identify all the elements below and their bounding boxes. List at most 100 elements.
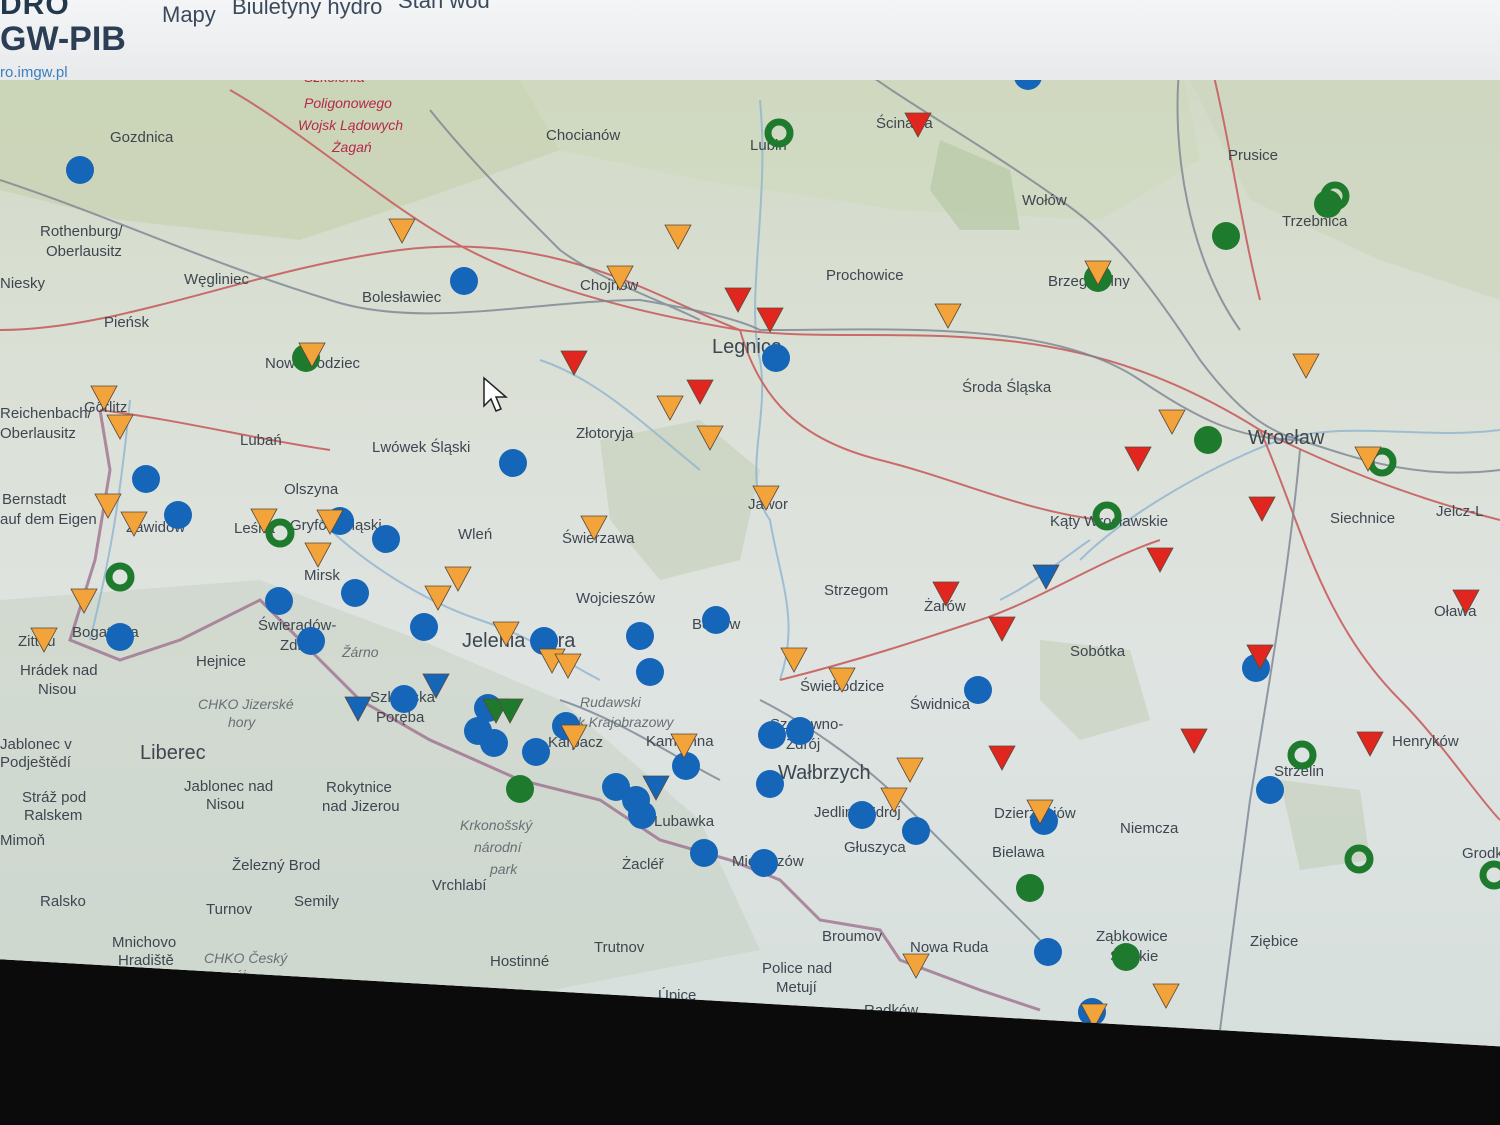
station-blue-circle-icon[interactable] [762, 344, 790, 372]
taskbar-item-m[interactable]: M. [8, 976, 34, 998]
warning-orange-triangle-icon[interactable] [896, 757, 924, 783]
alarm-red-triangle-icon[interactable] [1146, 547, 1174, 573]
station-green-ring-icon[interactable] [1287, 740, 1317, 770]
place-label: Żagań [331, 139, 372, 155]
place-label: Strzegom [824, 582, 888, 599]
place-label: Niemcza [1120, 820, 1179, 837]
station-blue-circle-icon[interactable] [786, 717, 814, 745]
station-blue-circle-icon[interactable] [964, 676, 992, 704]
station-blue-circle-icon[interactable] [106, 623, 134, 651]
station-blue-circle-icon[interactable] [690, 839, 718, 867]
station-blue-circle-icon[interactable] [341, 579, 369, 607]
station-blue-circle-icon[interactable] [848, 801, 876, 829]
music-icon[interactable]: ♫ [84, 976, 106, 998]
site-url[interactable]: ro.imgw.pl [0, 64, 68, 81]
station-green-ring-icon[interactable] [265, 518, 295, 548]
station-green-circle-icon[interactable] [1016, 874, 1044, 902]
place-label: Mirsk [304, 567, 340, 584]
place-label: Oberlausitz [46, 243, 122, 260]
alarm-red-triangle-icon[interactable] [988, 616, 1016, 642]
split-icon[interactable]: ⫶ [44, 976, 66, 998]
station-blue-circle-icon[interactable] [480, 729, 508, 757]
media-player-icon[interactable]: ◉ [140, 976, 162, 998]
alarm-red-triangle-icon[interactable] [1180, 728, 1208, 754]
station-blue-circle-icon[interactable] [390, 685, 418, 713]
place-label: Bernstadt [2, 491, 67, 508]
station-blue-circle-icon[interactable] [750, 849, 778, 877]
station-green-circle-icon[interactable] [1212, 222, 1240, 250]
alarm-red-triangle-icon[interactable] [988, 745, 1016, 771]
station-blue-circle-icon[interactable] [297, 627, 325, 655]
place-label: Lubawka [654, 813, 715, 830]
place-label: Nisou [206, 796, 244, 813]
station-blue-circle-icon[interactable] [758, 721, 786, 749]
warning-orange-triangle-icon[interactable] [304, 542, 332, 568]
warning-orange-triangle-icon[interactable] [656, 395, 684, 421]
station-green-ring-icon[interactable] [1479, 860, 1500, 890]
station-blue-circle-icon[interactable] [672, 752, 700, 780]
station-blue-circle-icon[interactable] [450, 267, 478, 295]
nav-item-mapy[interactable]: Mapy [162, 2, 216, 28]
place-label: Hrádek nad [20, 662, 98, 679]
station-blue-circle-icon[interactable] [628, 801, 656, 829]
station-blue-circle-icon[interactable] [410, 613, 438, 641]
station-blue-circle-icon[interactable] [164, 501, 192, 529]
place-label: Hostinné [490, 953, 549, 970]
station-blue-circle-icon[interactable] [522, 738, 550, 766]
warning-orange-triangle-icon[interactable] [106, 414, 134, 440]
station-blue-circle-icon[interactable] [372, 525, 400, 553]
place-label: Podještědí [0, 754, 72, 771]
place-label: Krkonošský [460, 817, 533, 833]
station-green-ring-icon[interactable] [105, 562, 135, 592]
place-label: Chojnów [580, 277, 639, 294]
warning-orange-triangle-icon[interactable] [1152, 983, 1180, 1009]
warning-orange-triangle-icon[interactable] [1158, 409, 1186, 435]
alarm-red-triangle-icon[interactable] [560, 350, 588, 376]
station-blue-circle-icon[interactable] [1256, 776, 1284, 804]
alarm-red-triangle-icon[interactable] [724, 287, 752, 313]
place-label: Jelcz-L [1436, 503, 1484, 520]
station-blue-triangle-icon[interactable] [1032, 564, 1060, 590]
firefox-icon[interactable]: ● [170, 976, 192, 998]
station-blue-circle-icon[interactable] [756, 770, 784, 798]
alarm-red-triangle-icon[interactable] [1124, 446, 1152, 472]
station-blue-circle-icon[interactable] [132, 465, 160, 493]
station-green-circle-icon[interactable] [506, 775, 534, 803]
alarm-red-triangle-icon[interactable] [1356, 731, 1384, 757]
place-label: Henryków [1392, 733, 1459, 750]
warning-orange-triangle-icon[interactable] [902, 953, 930, 979]
nav-item-biuletyny[interactable]: Biuletyny hydro [232, 0, 382, 20]
warning-orange-triangle-icon[interactable] [388, 218, 416, 244]
photos-icon[interactable]: ▣ [112, 976, 134, 998]
place-label: Ralsko [40, 893, 86, 910]
place-label: Świdnica [910, 695, 971, 713]
site-logo[interactable]: GW-PIB [0, 20, 126, 59]
station-blue-circle-icon[interactable] [265, 587, 293, 615]
warning-orange-triangle-icon[interactable] [664, 224, 692, 250]
place-label: Olszyna [284, 481, 339, 498]
warning-orange-triangle-icon[interactable] [934, 303, 962, 329]
station-blue-circle-icon[interactable] [499, 449, 527, 477]
station-blue-circle-icon[interactable] [702, 606, 730, 634]
station-blue-circle-icon[interactable] [1034, 938, 1062, 966]
place-label: nad Jizerou [322, 798, 400, 815]
chrome-icon[interactable]: ◎ [200, 976, 222, 998]
station-blue-circle-icon[interactable] [66, 156, 94, 184]
warning-orange-triangle-icon[interactable] [554, 653, 582, 679]
alarm-red-triangle-icon[interactable] [1248, 496, 1276, 522]
place-label: Rokytnice [326, 779, 392, 796]
hydro-map[interactable]: GozdnicaChocianówŚcinawaŻmigródPrusiceTr… [0, 80, 1500, 1060]
station-blue-circle-icon[interactable] [626, 622, 654, 650]
station-blue-circle-icon[interactable] [902, 817, 930, 845]
warning-orange-triangle-icon[interactable] [1292, 353, 1320, 379]
place-label: Gozdnica [110, 129, 174, 146]
mouse-cursor-icon [483, 376, 509, 412]
alarm-red-triangle-icon[interactable] [686, 379, 714, 405]
station-blue-circle-icon[interactable] [636, 658, 664, 686]
nav-item-stan-wod[interactable]: Stan wód [398, 0, 490, 14]
place-label: park [489, 861, 518, 877]
station-green-circle-icon[interactable] [1194, 426, 1222, 454]
alarm-red-triangle-icon[interactable] [756, 307, 784, 333]
station-green-circle-icon[interactable] [1112, 943, 1140, 971]
place-label: Hradiště [118, 952, 174, 969]
